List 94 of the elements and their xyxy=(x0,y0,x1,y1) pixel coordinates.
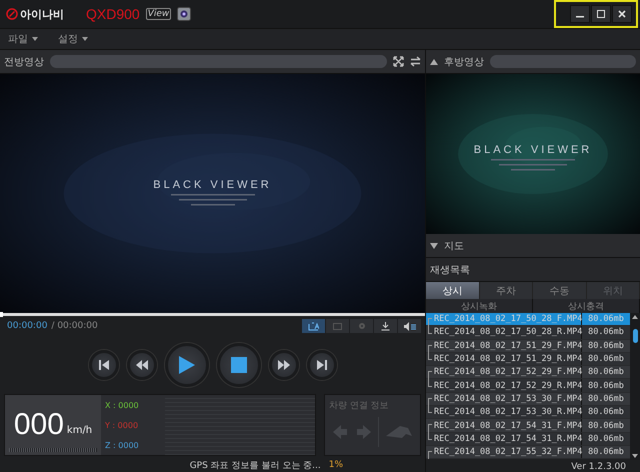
file-name: REC_2014_08_02_17_53_30_F.MP4 xyxy=(434,394,582,404)
settings-icon xyxy=(358,322,366,330)
fast-forward-icon xyxy=(278,360,290,370)
file-name: REC_2014_08_02_17_54_31_R.MP4 xyxy=(434,434,582,444)
playlist-tab[interactable]: 주차 xyxy=(480,282,533,299)
file-row[interactable]: REC_2014_08_02_17_50_28_R.MP4 80.06mb xyxy=(426,326,630,340)
file-size: 80.06mb xyxy=(588,407,624,418)
video-logo-text: BLACK VIEWER xyxy=(474,144,592,156)
elapsed-time: 00:00:00 xyxy=(7,321,48,331)
speed-unit: km/h xyxy=(66,424,92,436)
file-row[interactable]: REC_2014_08_02_17_54_31_F.MP4 80.06mb xyxy=(426,419,630,433)
progress-percent: 1% xyxy=(328,460,343,470)
collapse-icon[interactable] xyxy=(430,58,438,64)
scroll-up-icon[interactable] xyxy=(632,315,638,319)
volume-icon xyxy=(404,322,416,330)
skip-back-button[interactable] xyxy=(88,350,118,380)
total-time: / 00:00:00 xyxy=(51,321,98,331)
camera-icon[interactable] xyxy=(177,7,192,21)
panel-title: 후방영상 xyxy=(444,56,484,68)
file-row[interactable]: REC_2014_08_02_17_54_31_R.MP4 80.06mb xyxy=(426,432,630,446)
file-size: 80.06mb xyxy=(588,434,624,444)
file-size: 80.06mb xyxy=(588,367,624,378)
fast-forward-button[interactable] xyxy=(268,350,298,380)
maximize-icon xyxy=(597,10,605,18)
file-name: REC_2014_08_02_17_54_31_F.MP4 xyxy=(434,420,582,431)
file-size: 80.06mb xyxy=(588,327,624,338)
fullscreen-icon[interactable] xyxy=(393,56,404,67)
playlist-title: 재생목록 xyxy=(426,258,640,282)
maximize-button[interactable] xyxy=(591,5,611,23)
panel-title: 차량 연결 정보 xyxy=(329,400,390,412)
file-size: 80.06mb xyxy=(588,394,624,404)
file-name: REC_2014_08_02_17_50_28_R.MP4 xyxy=(434,327,582,338)
file-row[interactable]: REC_2014_08_02_17_52_29_R.MP4 80.06mb xyxy=(426,379,630,393)
file-name: REC_2014_08_02_17_52_29_R.MP4 xyxy=(434,380,582,391)
capture-icon xyxy=(308,322,319,330)
file-row[interactable]: REC_2014_08_02_17_52_29_F.MP4 80.06mb xyxy=(426,366,630,380)
model-name: QXD900 xyxy=(86,6,140,22)
panel-title: 전방영상 xyxy=(4,56,44,68)
rewind-icon xyxy=(136,360,148,370)
file-name: REC_2014_08_02_17_51_29_R.MP4 xyxy=(434,354,582,364)
file-size: 80.06mb xyxy=(588,447,624,458)
file-size: 80.06mb xyxy=(588,420,624,431)
skip-forward-icon xyxy=(316,360,326,370)
logo-icon xyxy=(6,8,18,20)
download-tool-button[interactable] xyxy=(374,319,397,333)
axis-reading: X : 0000 xyxy=(105,400,140,410)
axis-reading: Y : 0000 xyxy=(105,420,140,430)
capture-tool-button[interactable] xyxy=(302,319,325,333)
panel-title: 지도 xyxy=(444,240,464,252)
download-icon xyxy=(381,322,390,330)
speed-value: 000 xyxy=(14,408,64,442)
file-row[interactable]: REC_2014_08_02_17_53_30_R.MP4 80.06mb xyxy=(426,406,630,420)
expand-icon[interactable] xyxy=(430,242,438,248)
playlist-tab[interactable]: 수동 xyxy=(533,282,586,299)
turn-signal-icon xyxy=(332,424,371,438)
playlist-tab[interactable]: 상시 xyxy=(426,282,480,299)
minimize-button[interactable] xyxy=(570,5,590,23)
rectangle-icon xyxy=(333,322,342,330)
status-message: GPS 좌표 정보를 불러 오는 중... xyxy=(190,460,321,472)
file-size: 80.06mb xyxy=(588,380,624,391)
seek-thumb[interactable] xyxy=(0,312,3,317)
close-icon xyxy=(618,10,626,18)
menu-item[interactable]: 설정 xyxy=(58,32,88,46)
scrollbar[interactable] xyxy=(630,313,640,460)
file-name: REC_2014_08_02_17_55_32_F.MP4 xyxy=(434,447,582,458)
file-size: 80.06mb xyxy=(588,314,624,324)
stop-button[interactable] xyxy=(216,343,260,387)
file-name: REC_2014_08_02_17_52_29_F.MP4 xyxy=(434,367,582,378)
brand-name: 아이나비 xyxy=(20,6,64,22)
play-button[interactable] xyxy=(164,343,208,387)
model-badge: View xyxy=(146,8,172,20)
swap-icon[interactable] xyxy=(410,56,421,67)
file-size: 80.06mb xyxy=(588,340,624,351)
menu-item[interactable]: 파일 xyxy=(8,32,38,46)
file-name: REC_2014_08_02_17_53_30_R.MP4 xyxy=(434,407,582,418)
skip-forward-button[interactable] xyxy=(306,350,336,380)
stop-icon xyxy=(230,357,246,373)
file-row[interactable]: REC_2014_08_02_17_51_29_R.MP4 80.06mb xyxy=(426,352,630,366)
caret-icon xyxy=(82,37,88,41)
file-name: REC_2014_08_02_17_51_29_F.MP4 xyxy=(434,340,582,351)
close-button[interactable] xyxy=(612,5,632,23)
file-row[interactable]: REC_2014_08_02_17_51_29_F.MP4 80.06mb xyxy=(426,340,630,353)
file-row[interactable]: REC_2014_08_02_17_55_32_F.MP4 80.06mb xyxy=(426,446,630,460)
scroll-down-icon[interactable] xyxy=(632,454,638,458)
volume-tool-button[interactable] xyxy=(398,319,421,333)
version-label: Ver 1.2.3.00 xyxy=(571,462,626,472)
scroll-thumb[interactable] xyxy=(632,329,638,343)
file-size: 80.06mb xyxy=(588,354,624,364)
play-icon xyxy=(178,356,194,374)
skip-back-icon xyxy=(98,360,108,370)
caret-icon xyxy=(32,37,38,41)
axis-reading: Z : 0000 xyxy=(105,440,140,450)
rewind-button[interactable] xyxy=(126,350,156,380)
file-row[interactable]: REC_2014_08_02_17_53_30_F.MP4 80.06mb xyxy=(426,392,630,406)
